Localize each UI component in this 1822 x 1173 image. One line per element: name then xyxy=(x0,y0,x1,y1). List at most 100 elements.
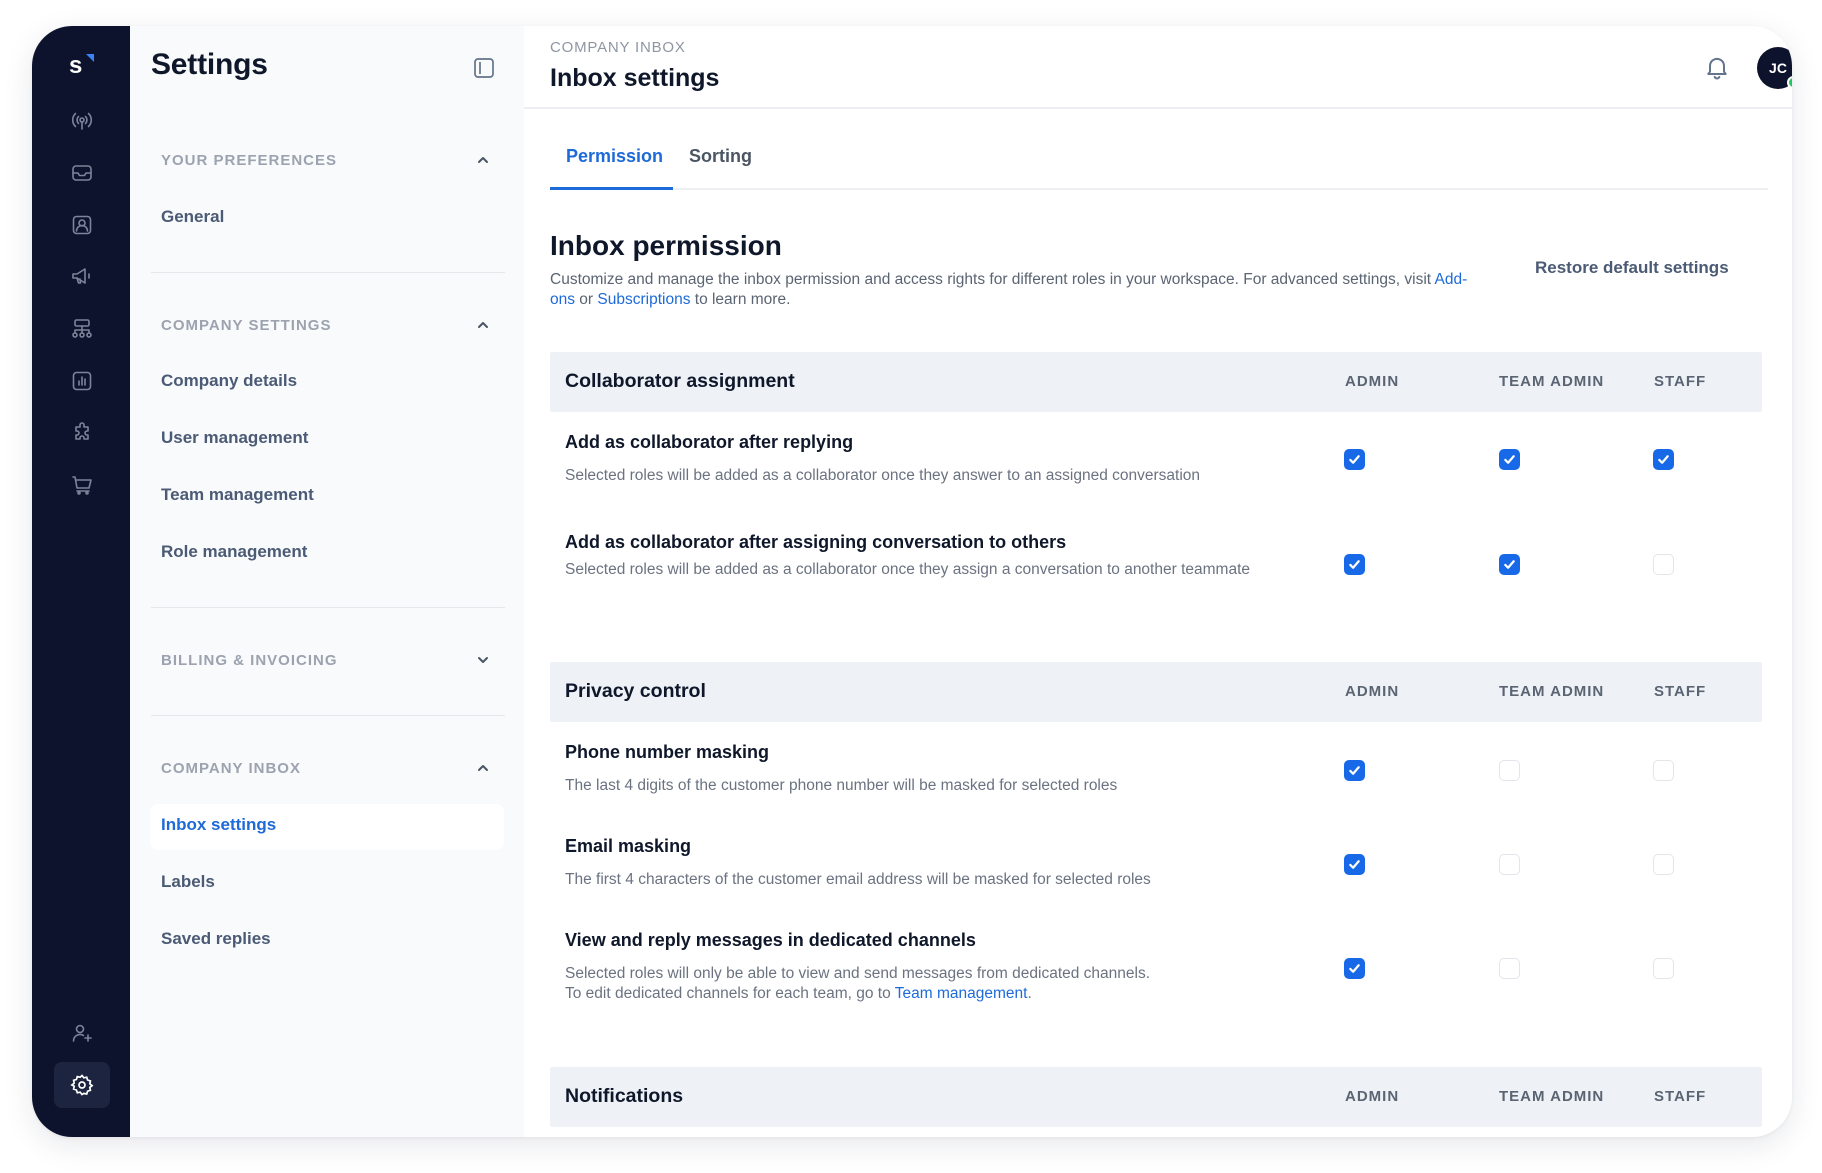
sidebar-item-user-management[interactable]: User management xyxy=(161,428,308,448)
tab-sorting[interactable]: Sorting xyxy=(689,146,752,188)
sidebar-item-inbox-settings[interactable]: Inbox settings xyxy=(161,815,276,835)
column-staff: STAFF xyxy=(1654,1088,1707,1105)
checkbox-admin[interactable] xyxy=(1344,554,1365,575)
megaphone-icon[interactable] xyxy=(69,263,95,289)
main-content: COMPANY INBOX Inbox settings JC Permissi… xyxy=(524,26,1792,1137)
app-logo[interactable]: s xyxy=(69,52,99,82)
contacts-icon[interactable] xyxy=(69,212,95,238)
chevron-down-icon[interactable] xyxy=(475,652,491,668)
invite-user-icon[interactable] xyxy=(69,1020,95,1046)
settings-sidebar: Settings YOUR PREFERENCES General COMPAN… xyxy=(130,26,524,1137)
row-description-line: To edit dedicated channels for each team… xyxy=(565,984,1365,1004)
sidebar-collapse-icon[interactable] xyxy=(472,56,496,80)
group-company-settings[interactable]: COMPANY SETTINGS xyxy=(161,313,491,337)
column-team-admin: TEAM ADMIN xyxy=(1499,373,1605,390)
group-company-inbox[interactable]: COMPANY INBOX xyxy=(161,756,491,780)
group-your-preferences[interactable]: YOUR PREFERENCES xyxy=(161,148,491,172)
chevron-up-icon[interactable] xyxy=(475,317,491,333)
logo-letter: s xyxy=(69,52,83,79)
tab-permission[interactable]: Permission xyxy=(566,146,663,188)
inbox-icon[interactable] xyxy=(69,160,95,186)
desc-text: or xyxy=(575,291,598,308)
tab-bar: Permission Sorting xyxy=(550,146,1768,190)
group-label: YOUR PREFERENCES xyxy=(161,151,338,169)
section-title: Inbox permission xyxy=(550,230,782,261)
restore-default-button[interactable]: Restore default settings xyxy=(1535,258,1729,278)
chevron-up-icon[interactable] xyxy=(475,760,491,776)
checkbox-team-admin[interactable] xyxy=(1499,760,1520,781)
divider xyxy=(151,715,505,716)
desc-text: . xyxy=(1027,985,1032,1002)
divider xyxy=(151,272,505,273)
row-title: Add as collaborator after assigning conv… xyxy=(565,532,1067,552)
sidebar-item-labels[interactable]: Labels xyxy=(161,872,215,892)
column-staff: STAFF xyxy=(1654,683,1707,700)
logo-mark-icon xyxy=(86,54,94,62)
sidebar-item-team-management[interactable]: Team management xyxy=(161,485,314,505)
row-description: Selected roles will only be able to view… xyxy=(565,964,1365,1004)
section-header-title: Notifications xyxy=(565,1085,684,1107)
group-label: COMPANY SETTINGS xyxy=(161,316,332,334)
row-title: Add as collaborator after replying xyxy=(565,432,854,452)
group-billing-invoicing[interactable]: BILLING & INVOICING xyxy=(161,648,491,672)
sidebar-item-general[interactable]: General xyxy=(161,207,224,227)
bell-icon[interactable] xyxy=(1703,53,1731,81)
sidebar-item-company-details[interactable]: Company details xyxy=(161,371,297,391)
checkbox-staff[interactable] xyxy=(1653,760,1674,781)
desc-text: to learn more. xyxy=(690,291,791,308)
subscriptions-link[interactable]: Subscriptions xyxy=(597,291,690,308)
row-description-line: Selected roles will only be able to view… xyxy=(565,965,1151,982)
group-label: BILLING & INVOICING xyxy=(161,651,338,669)
checkbox-staff[interactable] xyxy=(1653,958,1674,979)
section-header-notifications: Notifications ADMIN TEAM ADMIN STAFF xyxy=(550,1067,1762,1127)
avatar-initials: JC xyxy=(1769,60,1787,76)
column-admin: ADMIN xyxy=(1345,1088,1400,1105)
checkbox-staff[interactable] xyxy=(1653,449,1674,470)
settings-title: Settings xyxy=(151,48,268,81)
reports-icon[interactable] xyxy=(69,368,95,394)
checkbox-admin[interactable] xyxy=(1344,760,1365,781)
divider xyxy=(151,607,505,608)
row-description: The last 4 digits of the customer phone … xyxy=(565,777,1118,794)
workflow-icon[interactable] xyxy=(69,316,95,342)
checkbox-team-admin[interactable] xyxy=(1499,854,1520,875)
team-management-link[interactable]: Team management xyxy=(895,985,1028,1002)
sidebar-item-saved-replies[interactable]: Saved replies xyxy=(161,929,271,949)
integrations-icon[interactable] xyxy=(69,420,95,446)
row-description: The first 4 characters of the customer e… xyxy=(565,871,1151,888)
sidebar-item-role-management[interactable]: Role management xyxy=(161,542,307,562)
page-title: Inbox settings xyxy=(550,64,720,92)
app-window: s Settings YOUR PREFERENCES General COMP… xyxy=(32,26,1792,1137)
desc-text: To edit dedicated channels for each team… xyxy=(565,985,895,1002)
column-staff: STAFF xyxy=(1654,373,1707,390)
section-header-collaborator-assignment: Collaborator assignment ADMIN TEAM ADMIN… xyxy=(550,352,1762,412)
section-description: Customize and manage the inbox permissio… xyxy=(550,270,1470,310)
row-title: View and reply messages in dedicated cha… xyxy=(565,930,976,950)
column-team-admin: TEAM ADMIN xyxy=(1499,683,1605,700)
checkbox-admin[interactable] xyxy=(1344,958,1365,979)
checkbox-team-admin[interactable] xyxy=(1499,554,1520,575)
checkbox-admin[interactable] xyxy=(1344,854,1365,875)
broadcast-icon[interactable] xyxy=(69,108,95,134)
column-admin: ADMIN xyxy=(1345,683,1400,700)
row-title: Phone number masking xyxy=(565,742,770,762)
checkbox-staff[interactable] xyxy=(1653,854,1674,875)
row-description: Selected roles will be added as a collab… xyxy=(565,561,1250,578)
group-label: COMPANY INBOX xyxy=(161,759,301,777)
active-tab-indicator xyxy=(550,187,673,190)
desc-text: Customize and manage the inbox permissio… xyxy=(550,271,1435,288)
section-header-title: Privacy control xyxy=(565,680,706,702)
checkbox-admin[interactable] xyxy=(1344,449,1365,470)
checkbox-team-admin[interactable] xyxy=(1499,449,1520,470)
icon-rail: s xyxy=(32,26,130,1137)
column-team-admin: TEAM ADMIN xyxy=(1499,1088,1605,1105)
breadcrumb[interactable]: COMPANY INBOX xyxy=(550,39,686,56)
commerce-icon[interactable] xyxy=(69,472,95,498)
header-divider xyxy=(524,107,1792,109)
status-online-dot xyxy=(1787,76,1792,89)
checkbox-staff[interactable] xyxy=(1653,554,1674,575)
section-header-privacy-control: Privacy control ADMIN TEAM ADMIN STAFF xyxy=(550,662,1762,722)
checkbox-team-admin[interactable] xyxy=(1499,958,1520,979)
chevron-up-icon[interactable] xyxy=(475,152,491,168)
settings-icon[interactable] xyxy=(54,1062,110,1108)
